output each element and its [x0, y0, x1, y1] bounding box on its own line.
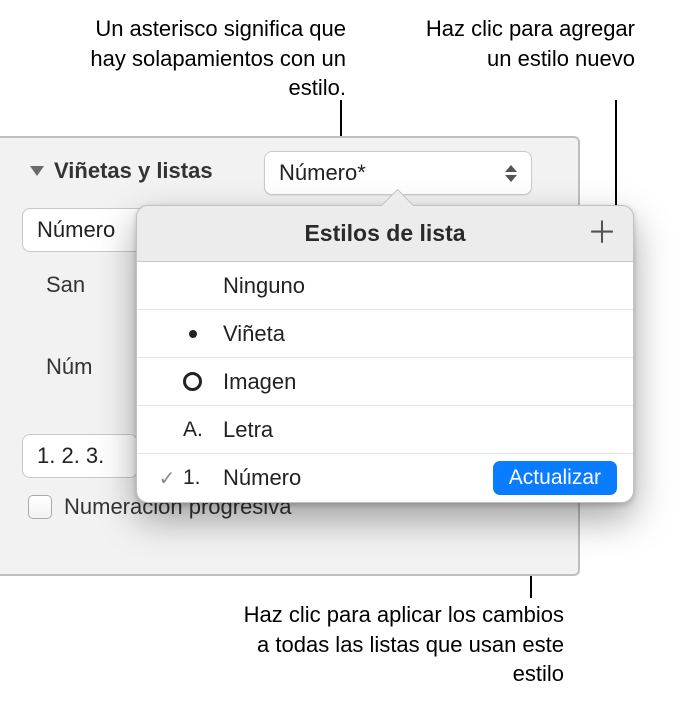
- style-row-number[interactable]: ✓ 1. Número Actualizar: [137, 454, 633, 502]
- checkbox-icon[interactable]: [28, 495, 52, 519]
- style-label: Ninguno: [223, 273, 617, 299]
- update-button[interactable]: Actualizar: [493, 461, 617, 495]
- indent-label: San: [46, 272, 85, 298]
- add-style-button[interactable]: ＋: [587, 219, 617, 249]
- section-title: Viñetas y listas: [54, 158, 213, 184]
- checkmark-icon: ✓: [151, 466, 183, 491]
- style-row-bullet[interactable]: Viñeta: [137, 310, 633, 358]
- number-icon: 1.: [183, 466, 223, 490]
- letter-icon: A.: [183, 418, 223, 442]
- numbers-label: Núm: [46, 354, 92, 380]
- style-label: Letra: [223, 417, 617, 443]
- style-row-none[interactable]: Ninguno: [137, 262, 633, 310]
- style-label: Imagen: [223, 369, 617, 395]
- list-styles-popup: Estilos de lista ＋ Ninguno Viñeta Imagen…: [136, 205, 634, 503]
- callout-add-style: Haz clic para agregar un estilo nuevo: [405, 14, 635, 73]
- style-row-letter[interactable]: A. Letra: [137, 406, 633, 454]
- number-type-field[interactable]: Número: [22, 208, 142, 252]
- popup-title: Estilos de lista: [304, 220, 465, 247]
- number-format-dropdown[interactable]: 1. 2. 3.: [22, 434, 138, 478]
- style-list: Ninguno Viñeta Imagen A. Letra ✓ 1. Núme…: [137, 262, 633, 502]
- updown-arrows-icon: [505, 165, 517, 182]
- style-row-image[interactable]: Imagen: [137, 358, 633, 406]
- callout-update: Haz clic para aplicar los cambios a toda…: [228, 600, 564, 689]
- image-bullet-icon: [183, 372, 223, 391]
- popup-header: Estilos de lista ＋: [137, 206, 633, 262]
- chevron-down-icon: [30, 166, 44, 176]
- callout-asterisk: Un asterisco significa que hay solapamie…: [56, 14, 346, 103]
- style-label: Viñeta: [223, 321, 617, 347]
- dropdown-value: Número*: [279, 160, 505, 186]
- style-label: Número: [223, 465, 493, 491]
- bullet-icon: [183, 330, 223, 338]
